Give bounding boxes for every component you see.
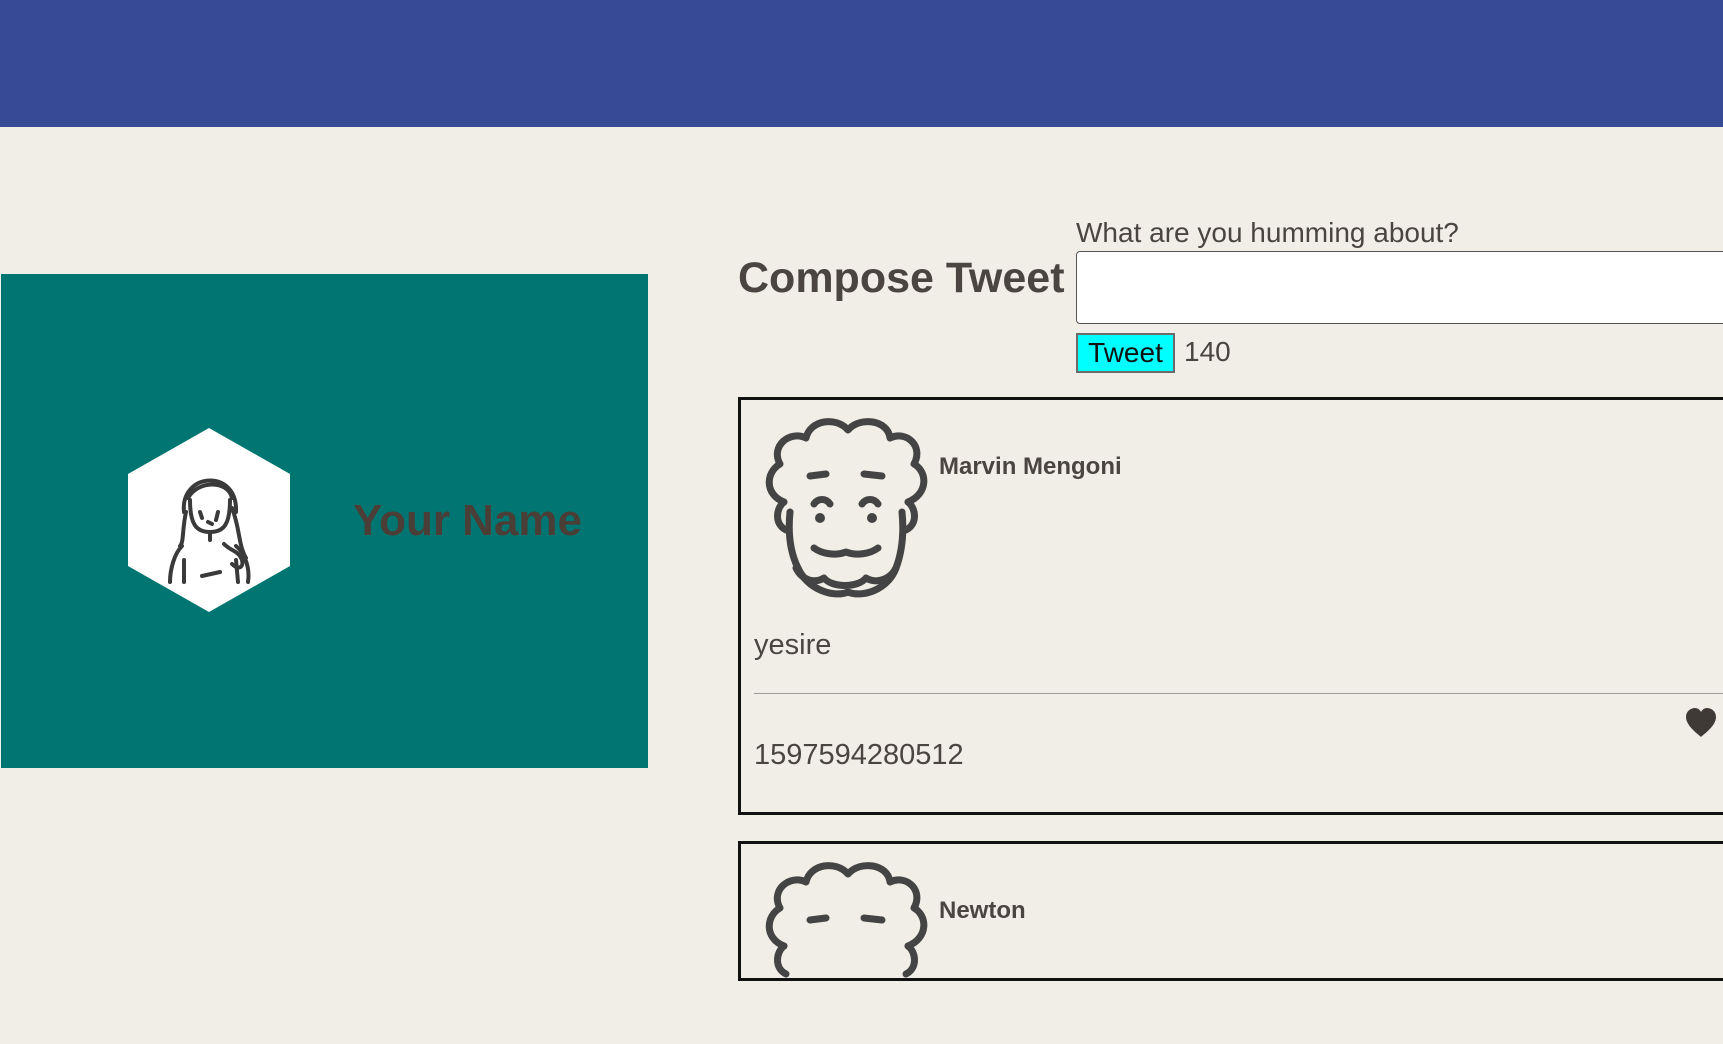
tweet-divider (754, 693, 1723, 694)
tweet-author: Newton (939, 897, 1026, 924)
heart-icon[interactable] (1684, 707, 1718, 739)
compose-title: Compose Tweet (738, 254, 1065, 302)
curly-hair-avatar-icon (765, 418, 928, 598)
compose-label: What are you humming about? (1076, 217, 1459, 248)
tweet-card: Marvin Mengoni yesire 1597594280512 (738, 397, 1723, 815)
tweet-timestamp: 1597594280512 (754, 739, 964, 771)
tweet-button[interactable]: Tweet (1076, 333, 1175, 373)
top-nav-bar: eter (0, 0, 1723, 127)
tweet-card: Newton (738, 841, 1723, 981)
character-counter: 140 (1184, 336, 1231, 367)
woman-avatar-icon (128, 428, 290, 612)
tweet-author: Marvin Mengoni (939, 453, 1122, 480)
tweet-body: yesire (754, 629, 832, 661)
curly-hair-avatar-icon (765, 862, 928, 978)
brand-container: eter (0, 0, 200, 80)
profile-name: Your Name (353, 496, 583, 545)
profile-card: Your Name (1, 274, 648, 768)
tweet-text-input[interactable] (1076, 251, 1723, 324)
